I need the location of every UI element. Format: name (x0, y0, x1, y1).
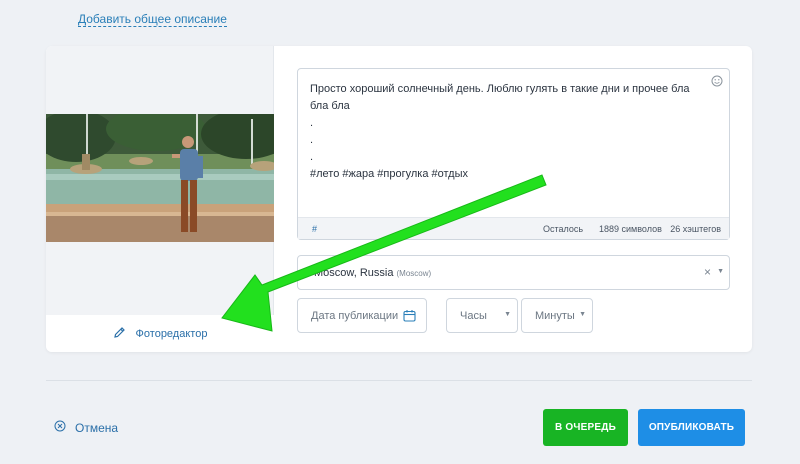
post-photo[interactable] (46, 114, 274, 242)
publish-date-field[interactable]: Дата публикации (297, 298, 427, 333)
cancel-button[interactable]: Отмена (54, 420, 118, 435)
hashtag-button[interactable]: # (312, 224, 317, 234)
pencil-icon (113, 326, 126, 342)
photo-editor-button[interactable]: Фоторедактор (46, 315, 274, 352)
publish-button[interactable]: ОПУБЛИКОВАТЬ (638, 409, 745, 446)
calendar-icon[interactable] (403, 309, 416, 325)
cancel-label: Отмена (75, 420, 119, 435)
add-description-link[interactable]: Добавить общее описание (78, 12, 227, 27)
text-counter-bar: # Осталось 1889 символов 26 хэштегов (298, 217, 729, 239)
photo-editor-label: Фоторедактор (135, 327, 208, 340)
location-value: Moscow, Russia (Moscow) (314, 267, 432, 279)
publish-date-placeholder: Дата публикации (311, 310, 399, 322)
symbols-count: 1889 символов (599, 224, 662, 234)
minutes-placeholder: Минуты (535, 310, 575, 322)
remaining-label: Осталось (543, 224, 584, 234)
queue-button[interactable]: В ОЧЕРЕДЬ (543, 409, 628, 446)
clear-location-icon[interactable]: × (704, 265, 711, 279)
hours-placeholder: Часы (460, 310, 487, 322)
chevron-down-icon[interactable]: ▼ (717, 268, 724, 275)
media-column: Фоторедактор (46, 46, 274, 352)
minutes-select[interactable]: Минуты ▼ (521, 298, 593, 333)
smile-icon[interactable] (711, 74, 723, 87)
chevron-down-icon: ▼ (504, 311, 511, 318)
hashtags-count: 26 хэштегов (670, 224, 721, 234)
close-circle-icon (54, 420, 66, 435)
location-city: (Moscow) (396, 269, 432, 278)
hours-select[interactable]: Часы ▼ (446, 298, 518, 333)
post-text-area[interactable]: Просто хороший солнечный день. Люблю гул… (297, 68, 730, 240)
post-editor-card: Фоторедактор Просто хороший солнечный де… (46, 46, 752, 352)
location-select[interactable]: Moscow, Russia (Moscow) × ▼ (297, 255, 730, 290)
footer-divider (46, 380, 752, 381)
post-text[interactable]: Просто хороший солнечный день. Люблю гул… (310, 81, 699, 183)
chevron-down-icon: ▼ (579, 311, 586, 318)
